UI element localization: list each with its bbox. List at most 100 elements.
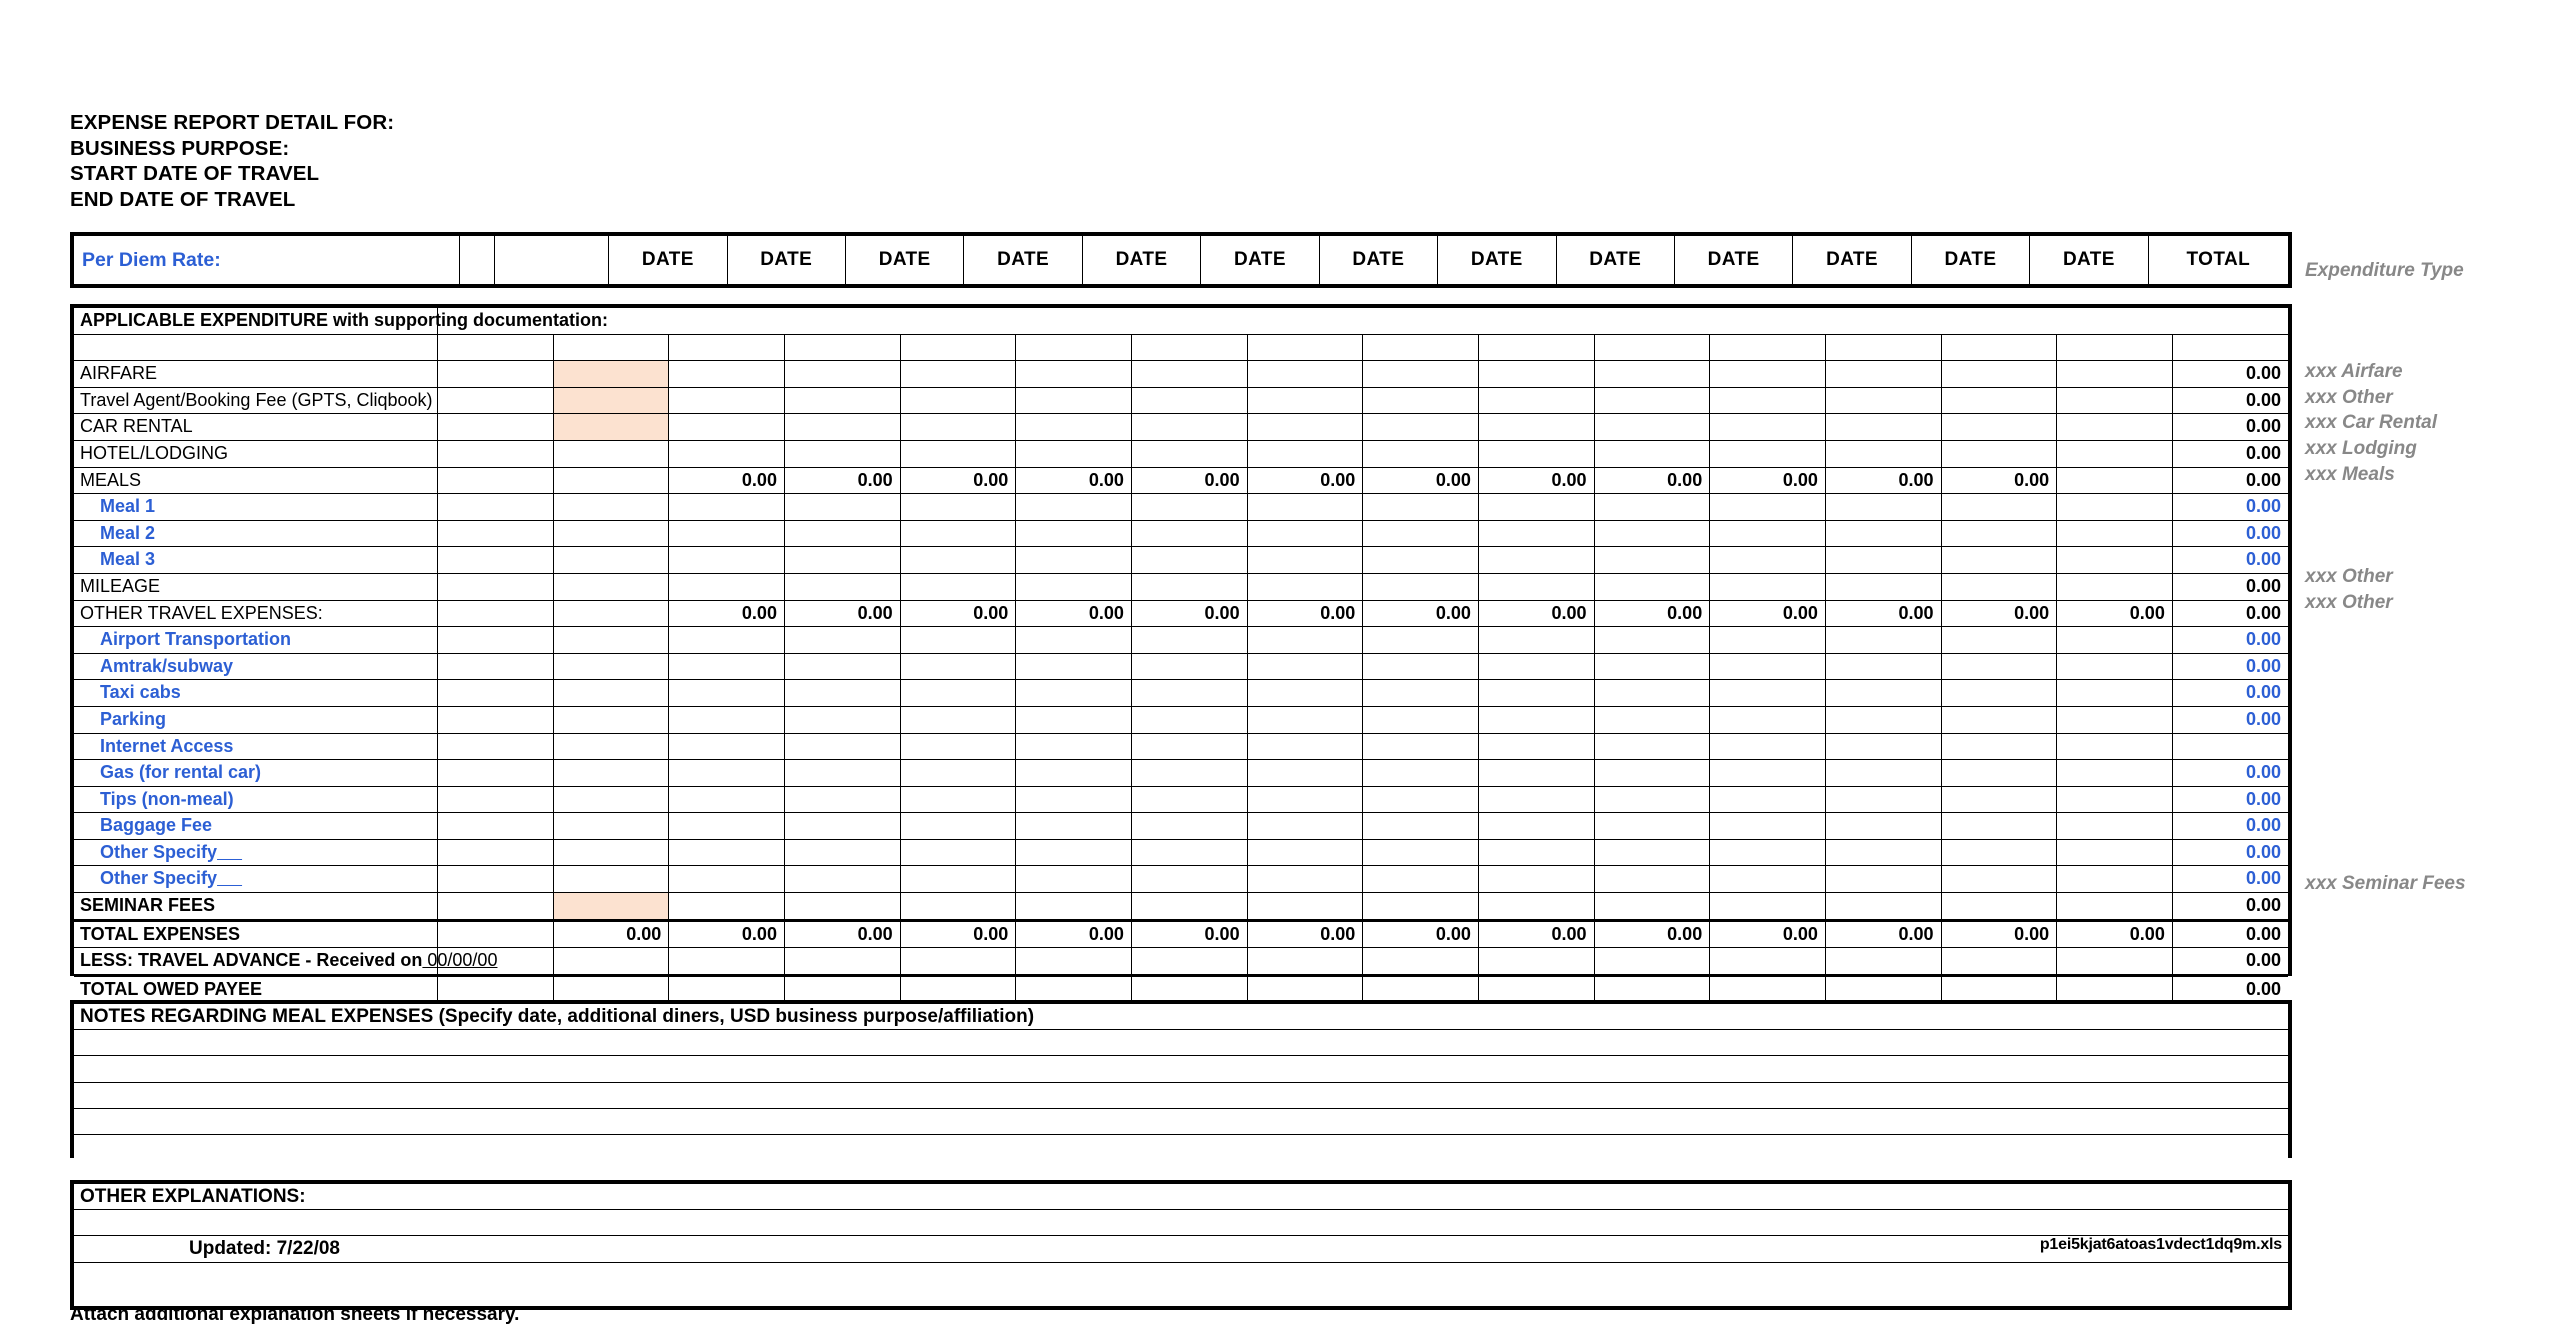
expense-row-date-cell-7[interactable] <box>1362 413 1479 441</box>
date-column-header-12[interactable]: DATE <box>1910 236 2031 284</box>
travel-advance-date-cell-1[interactable] <box>668 947 785 976</box>
expense-row-date-cell-6[interactable]: 0.00 <box>1246 599 1364 628</box>
spacer-row-date-cell-13[interactable] <box>2056 333 2173 362</box>
expense-row-date-cell-4[interactable] <box>1015 652 1132 681</box>
expense-row-date-cell-10[interactable] <box>1709 413 1826 441</box>
expense-row-date-cell-11[interactable]: 0.00 <box>1824 599 1942 628</box>
expense-row-date-cell-1[interactable] <box>668 892 785 921</box>
expense-row-date-cell-11[interactable] <box>1824 652 1942 681</box>
expense-row-date-cell-13[interactable] <box>2056 439 2173 468</box>
expense-row-date-cell-3[interactable]: 0.00 <box>899 466 1017 495</box>
expense-row-date-cell-13[interactable] <box>2056 466 2173 495</box>
expense-row-date-cell-12[interactable] <box>1940 386 2058 415</box>
expense-row-receipt-cell[interactable] <box>552 519 670 548</box>
expense-row-date-cell-13[interactable] <box>2056 892 2173 921</box>
expense-row-date-cell-5[interactable] <box>1130 812 1248 840</box>
meal-notes-line-1[interactable] <box>74 1029 2288 1057</box>
expense-row-date-cell-10[interactable] <box>1709 626 1826 654</box>
expense-row-date-cell-10[interactable] <box>1709 759 1826 787</box>
expense-row-date-cell-7[interactable] <box>1362 679 1479 707</box>
expense-row-date-cell-7[interactable] <box>1362 838 1479 867</box>
expense-row-receipt-cell[interactable] <box>552 626 670 654</box>
spacer-row-date-cell-1[interactable] <box>668 333 785 362</box>
expense-row-date-cell-5[interactable] <box>1130 413 1248 441</box>
expense-row-receipt-cell[interactable] <box>552 652 670 681</box>
date-column-header-13[interactable]: DATE <box>2029 236 2149 284</box>
expense-row-date-cell-12[interactable] <box>1940 413 2058 441</box>
expense-row-date-cell-9[interactable] <box>1593 519 1711 548</box>
expense-row-date-cell-13[interactable] <box>2056 652 2173 681</box>
expense-row-date-cell-11[interactable] <box>1824 732 1942 761</box>
expense-row-date-cell-13[interactable] <box>2056 546 2173 574</box>
expense-row-date-cell-4[interactable] <box>1015 892 1132 921</box>
expense-row-date-cell-13[interactable] <box>2056 493 2173 521</box>
expense-row-date-cell-2[interactable]: 0.00 <box>783 599 901 628</box>
expense-row-date-cell-4[interactable] <box>1015 386 1132 415</box>
expense-row-date-cell-11[interactable] <box>1824 360 1942 388</box>
expense-row-receipt-cell[interactable] <box>552 572 670 601</box>
expense-row-date-cell-9[interactable] <box>1593 386 1711 415</box>
expense-row-date-cell-1[interactable] <box>668 386 785 415</box>
expense-row-date-cell-12[interactable] <box>1940 705 2058 734</box>
expense-row-date-cell-5[interactable] <box>1130 546 1248 574</box>
expense-row-date-cell-3[interactable] <box>899 360 1017 388</box>
expense-row-date-cell-11[interactable] <box>1824 493 1942 521</box>
expense-row-date-cell-2[interactable] <box>783 838 901 867</box>
expense-row-date-cell-10[interactable] <box>1709 892 1826 921</box>
expense-row-date-cell-2[interactable] <box>783 759 901 787</box>
expense-row-date-cell-8[interactable] <box>1477 679 1595 707</box>
date-column-header-2[interactable]: DATE <box>726 236 846 284</box>
spacer-row-date-cell-12[interactable] <box>1940 333 2058 362</box>
expense-row-receipt-cell[interactable] <box>552 759 670 787</box>
expense-row-date-cell-12[interactable] <box>1940 439 2058 468</box>
travel-advance-date-value[interactable]: 00/00/00 <box>422 950 497 970</box>
expense-row-date-cell-2[interactable] <box>783 413 901 441</box>
expense-row-date-cell-1[interactable] <box>668 732 785 761</box>
expense-row-date-cell-3[interactable] <box>899 679 1017 707</box>
expense-row-receipt-cell[interactable] <box>552 386 670 415</box>
expense-row-date-cell-9[interactable] <box>1593 785 1711 814</box>
expense-row-date-cell-7[interactable] <box>1362 439 1479 468</box>
meal-notes-line-4[interactable] <box>74 1107 2288 1135</box>
travel-advance-date-cell-7[interactable] <box>1362 947 1479 976</box>
expense-row-date-cell-8[interactable]: 0.00 <box>1477 466 1595 495</box>
expense-row-date-cell-2[interactable] <box>783 652 901 681</box>
expense-row-date-cell-10[interactable] <box>1709 439 1826 468</box>
expense-row-date-cell-1[interactable] <box>668 652 785 681</box>
expense-row-date-cell-5[interactable] <box>1130 759 1248 787</box>
travel-advance-date-cell-9[interactable] <box>1593 947 1711 976</box>
expense-row-date-cell-5[interactable] <box>1130 838 1248 867</box>
expense-row-date-cell-11[interactable] <box>1824 759 1942 787</box>
expense-row-date-cell-11[interactable] <box>1824 892 1942 921</box>
expense-row-date-cell-1[interactable] <box>668 439 785 468</box>
expense-row-date-cell-8[interactable] <box>1477 360 1595 388</box>
expense-row-date-cell-4[interactable]: 0.00 <box>1015 466 1132 495</box>
expense-row-date-cell-6[interactable] <box>1246 360 1364 388</box>
travel-advance-date-cell-5[interactable] <box>1130 947 1248 976</box>
travel-advance-receipt-cell[interactable] <box>552 947 670 976</box>
expense-row-date-cell-13[interactable] <box>2056 572 2173 601</box>
expense-row-date-cell-6[interactable] <box>1246 759 1364 787</box>
expense-row-date-cell-2[interactable] <box>783 732 901 761</box>
expense-row-date-cell-12[interactable] <box>1940 759 2058 787</box>
expense-row-date-cell-12[interactable] <box>1940 865 2058 894</box>
expense-row-date-cell-9[interactable] <box>1593 732 1711 761</box>
date-column-header-9[interactable]: DATE <box>1555 236 1675 284</box>
spacer-row-date-cell-3[interactable] <box>899 333 1017 362</box>
expense-row-date-cell-6[interactable] <box>1246 812 1364 840</box>
expense-row-date-cell-6[interactable] <box>1246 705 1364 734</box>
expense-row-date-cell-11[interactable] <box>1824 838 1942 867</box>
spacer-row-date-cell-6[interactable] <box>1246 333 1364 362</box>
expense-row-date-cell-9[interactable] <box>1593 679 1711 707</box>
expense-row-date-cell-7[interactable] <box>1362 705 1479 734</box>
expense-row-date-cell-5[interactable] <box>1130 652 1248 681</box>
expense-row-date-cell-4[interactable] <box>1015 493 1132 521</box>
expense-row-date-cell-12[interactable] <box>1940 360 2058 388</box>
expense-row-date-cell-7[interactable] <box>1362 652 1479 681</box>
travel-advance-date-cell-8[interactable] <box>1477 947 1595 976</box>
expense-row-date-cell-8[interactable] <box>1477 759 1595 787</box>
expense-row-date-cell-1[interactable]: 0.00 <box>668 466 785 495</box>
expense-row-date-cell-10[interactable]: 0.00 <box>1709 466 1826 495</box>
expense-row-date-cell-9[interactable] <box>1593 892 1711 921</box>
expense-row-receipt-cell[interactable] <box>552 812 670 840</box>
